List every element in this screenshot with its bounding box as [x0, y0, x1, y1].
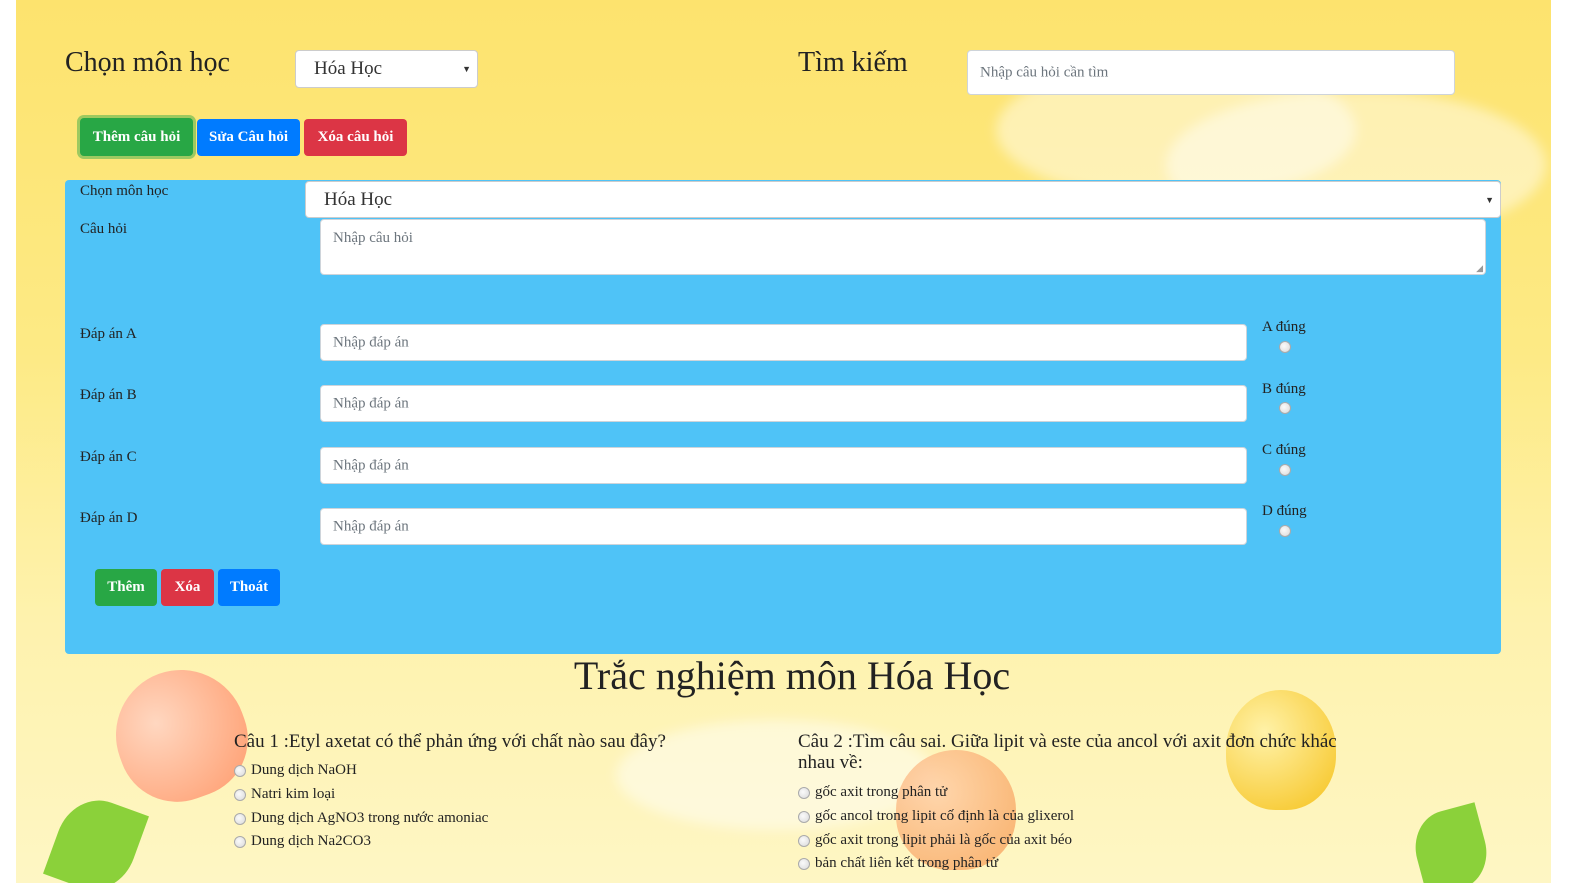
- answer-c-placeholder: Nhập đáp án: [333, 457, 409, 473]
- question-2-option[interactable]: gốc axit trong lipit phải là gốc của axi…: [798, 832, 1072, 849]
- search-input[interactable]: Nhập câu hỏi cần tìm: [967, 50, 1455, 95]
- option-radio[interactable]: [798, 857, 810, 870]
- option-label: gốc axit trong phân tử: [815, 784, 948, 800]
- question-2-option[interactable]: bản chất liên kết trong phân tử: [798, 855, 998, 872]
- answer-c-correct-radio[interactable]: [1279, 464, 1291, 476]
- question-1-text: Câu 1 :Etyl axetat có thể phản ứng với c…: [234, 731, 666, 752]
- answer-a-label: Đáp án A: [80, 326, 137, 342]
- chevron-down-icon: ▼: [462, 64, 471, 74]
- answer-b-correct-label: B đúng: [1262, 381, 1306, 397]
- form-subject-label: Chọn môn học: [80, 183, 169, 199]
- quiz-title: Trắc nghiệm môn Hóa Học: [573, 653, 1011, 698]
- answer-c-correct-label: C đúng: [1262, 442, 1306, 458]
- option-label: Dung dịch NaOH: [251, 762, 357, 778]
- option-label: gốc axit trong lipit phải là gốc của axi…: [815, 832, 1073, 848]
- delete-question-button[interactable]: Xóa câu hỏi: [304, 119, 407, 156]
- option-radio[interactable]: [798, 834, 810, 847]
- option-radio[interactable]: [234, 764, 246, 777]
- answer-d-placeholder: Nhập đáp án: [333, 518, 409, 534]
- answer-d-correct-label: D đúng: [1262, 503, 1307, 519]
- answer-c-input[interactable]: Nhập đáp án: [320, 447, 1247, 484]
- answer-a-placeholder: Nhập đáp án: [333, 334, 409, 350]
- form-exit-button[interactable]: Thoát: [218, 569, 280, 606]
- answer-c-label: Đáp án C: [80, 449, 137, 465]
- edit-question-button[interactable]: Sửa Câu hỏi: [197, 119, 300, 156]
- form-subject-value: Hóa Học: [324, 188, 393, 210]
- option-label: Dung dịch AgNO3 trong nước amoniac: [251, 810, 489, 826]
- subject-label: Chọn môn học: [65, 47, 230, 78]
- option-radio[interactable]: [798, 810, 810, 823]
- option-radio[interactable]: [234, 835, 246, 848]
- option-label: Dung dịch Na2CO3: [251, 833, 371, 849]
- option-radio[interactable]: [234, 812, 246, 825]
- form-delete-button[interactable]: Xóa: [161, 569, 214, 606]
- subject-select-value: Hóa Học: [314, 58, 383, 79]
- answer-a-correct-label: A đúng: [1262, 319, 1306, 335]
- add-question-button[interactable]: Thêm câu hỏi: [80, 118, 193, 156]
- question-1-option[interactable]: Natri kim loại: [234, 786, 335, 803]
- option-label: bản chất liên kết trong phân tử: [815, 855, 999, 871]
- question-textarea[interactable]: Nhập câu hỏi ◢: [320, 219, 1486, 275]
- search-label: Tìm kiếm: [798, 47, 908, 78]
- form-add-button[interactable]: Thêm: [95, 569, 157, 606]
- question-2-text: Câu 2 :Tìm câu sai. Giữa lipit và este c…: [798, 731, 1337, 773]
- question-1-option[interactable]: Dung dịch Na2CO3: [234, 833, 371, 850]
- question-2-option[interactable]: gốc axit trong phân tử: [798, 784, 947, 801]
- option-radio[interactable]: [234, 788, 246, 801]
- leaf-decoration: [1406, 802, 1496, 883]
- answer-d-input[interactable]: Nhập đáp án: [320, 508, 1247, 545]
- answer-d-correct-radio[interactable]: [1279, 525, 1291, 537]
- answer-a-correct-radio[interactable]: [1279, 341, 1291, 353]
- question-2-option[interactable]: gốc ancol trong lipit cố định là của gli…: [798, 808, 1074, 825]
- resize-handle-icon[interactable]: ◢: [1476, 263, 1483, 274]
- question-1-option[interactable]: Dung dịch NaOH: [234, 762, 357, 779]
- question-placeholder: Nhập câu hỏi: [333, 230, 413, 246]
- leaf-decoration: [43, 789, 149, 883]
- search-placeholder: Nhập câu hỏi cần tìm: [980, 64, 1109, 80]
- answer-b-placeholder: Nhập đáp án: [333, 395, 409, 411]
- option-label: Natri kim loại: [251, 786, 336, 802]
- answer-d-label: Đáp án D: [80, 510, 138, 526]
- subject-select[interactable]: Hóa Học ▼: [295, 50, 478, 88]
- answer-b-input[interactable]: Nhập đáp án: [320, 385, 1247, 422]
- option-label: gốc ancol trong lipit cố định là của gli…: [815, 808, 1075, 824]
- chevron-down-icon: ▼: [1485, 194, 1494, 205]
- option-radio[interactable]: [798, 786, 810, 799]
- answer-a-input[interactable]: Nhập đáp án: [320, 324, 1247, 361]
- form-subject-select[interactable]: Hóa Học ▼: [305, 181, 1501, 218]
- question-label: Câu hỏi: [80, 221, 128, 237]
- question-1-option[interactable]: Dung dịch AgNO3 trong nước amoniac: [234, 810, 488, 827]
- answer-b-label: Đáp án B: [80, 387, 137, 403]
- answer-b-correct-radio[interactable]: [1279, 402, 1291, 414]
